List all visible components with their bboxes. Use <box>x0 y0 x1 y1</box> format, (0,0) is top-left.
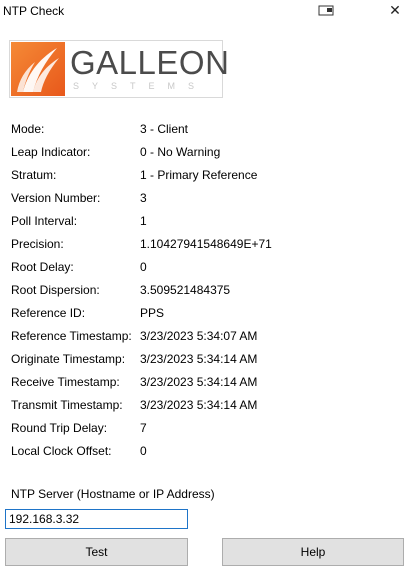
info-row-receive-timestamp: Receive Timestamp: 3/23/2023 5:34:14 AM <box>11 375 391 391</box>
info-label: Stratum: <box>11 168 57 182</box>
info-value: 3/23/2023 5:34:14 AM <box>140 398 258 412</box>
info-value: 1 - Primary Reference <box>140 168 258 182</box>
close-button[interactable]: ✕ <box>378 0 412 22</box>
info-row-reference-timestamp: Reference Timestamp: 3/23/2023 5:34:07 A… <box>11 329 391 345</box>
info-value: 0 - No Warning <box>140 145 221 159</box>
galleon-logo: GALLEON SYSTEMS <box>9 40 230 98</box>
info-label: Root Delay: <box>11 260 74 274</box>
info-label: Root Dispersion: <box>11 283 100 297</box>
info-row-root-delay: Root Delay: 0 <box>11 260 391 276</box>
info-row-reference-id: Reference ID: PPS <box>11 306 391 322</box>
info-row-round-trip-delay: Round Trip Delay: 7 <box>11 421 391 437</box>
info-row-root-dispersion: Root Dispersion: 3.509521484375 <box>11 283 391 299</box>
window-title: NTP Check <box>3 4 65 18</box>
info-value: 3/23/2023 5:34:14 AM <box>140 375 258 389</box>
info-value: 3 - Client <box>140 122 189 136</box>
info-row-precision: Precision: 1.10427941548649E+71 <box>11 237 391 253</box>
info-label: Mode: <box>11 122 45 136</box>
info-value: 3.509521484375 <box>140 283 231 297</box>
info-row-local-clock-offset: Local Clock Offset: 0 <box>11 444 391 460</box>
info-label: Reference ID: <box>11 306 86 320</box>
logo-wordmark: GALLEON <box>70 44 230 81</box>
info-value: 3/23/2023 5:34:14 AM <box>140 352 258 366</box>
logo-subtitle: SYSTEMS <box>73 81 208 91</box>
test-button[interactable]: Test <box>5 538 188 566</box>
info-label: Leap Indicator: <box>11 145 91 159</box>
close-icon: ✕ <box>389 2 401 18</box>
info-label: Version Number: <box>11 191 101 205</box>
ntp-server-input[interactable] <box>5 509 188 529</box>
ntp-server-label: NTP Server (Hostname or IP Address) <box>11 487 215 501</box>
info-row-leap-indicator: Leap Indicator: 0 - No Warning <box>11 145 391 161</box>
title-bar: NTP Check ✕ <box>0 0 412 22</box>
info-row-poll-interval: Poll Interval: 1 <box>11 214 391 230</box>
info-row-mode: Mode: 3 - Client <box>11 122 391 138</box>
info-value: 7 <box>140 421 147 435</box>
info-value: 3 <box>140 191 147 205</box>
info-value: 1 <box>140 214 147 228</box>
info-label: Receive Timestamp: <box>11 375 120 389</box>
info-label: Poll Interval: <box>11 214 78 228</box>
info-row-originate-timestamp: Originate Timestamp: 3/23/2023 5:34:14 A… <box>11 352 391 368</box>
info-value: 1.10427941548649E+71 <box>140 237 272 251</box>
info-label: Originate Timestamp: <box>11 352 126 366</box>
sails-icon <box>11 42 65 96</box>
info-value: 0 <box>140 444 147 458</box>
info-label: Precision: <box>11 237 64 251</box>
info-label: Reference Timestamp: <box>11 329 132 343</box>
info-label: Round Trip Delay: <box>11 421 108 435</box>
info-row-transmit-timestamp: Transmit Timestamp: 3/23/2023 5:34:14 AM <box>11 398 391 414</box>
restore-window-icon[interactable] <box>318 5 334 16</box>
info-label: Local Clock Offset: <box>11 444 112 458</box>
info-value: PPS <box>140 306 165 320</box>
info-row-version-number: Version Number: 3 <box>11 191 391 207</box>
info-row-stratum: Stratum: 1 - Primary Reference <box>11 168 391 184</box>
info-label: Transmit Timestamp: <box>11 398 123 412</box>
help-button[interactable]: Help <box>222 538 404 566</box>
info-value: 3/23/2023 5:34:07 AM <box>140 329 258 343</box>
info-value: 0 <box>140 260 147 274</box>
